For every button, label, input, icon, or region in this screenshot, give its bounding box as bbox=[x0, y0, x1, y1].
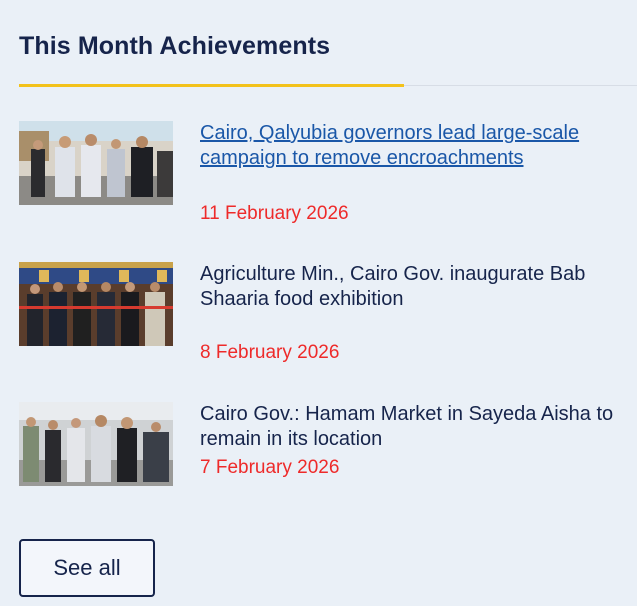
achievements-panel: This Month Achievements Cairo, Qalyubia … bbox=[0, 0, 637, 606]
section-title: This Month Achievements bbox=[19, 32, 331, 60]
news-thumbnail-3[interactable] bbox=[19, 402, 173, 486]
news-date-1: 11 February 2026 bbox=[200, 203, 349, 224]
news-headline-link-1[interactable]: Cairo, Qalyubia governors lead large-sca… bbox=[200, 121, 615, 171]
news-headline-link-3[interactable]: Cairo Gov.: Hamam Market in Sayeda Aisha… bbox=[200, 402, 615, 452]
news-date-3: 7 February 2026 bbox=[200, 457, 340, 478]
see-all-button[interactable]: See all bbox=[19, 539, 155, 597]
title-accent-underline bbox=[19, 84, 404, 87]
news-thumbnail-2[interactable] bbox=[19, 262, 173, 346]
news-date-2: 8 February 2026 bbox=[200, 342, 340, 363]
news-thumbnail-1[interactable] bbox=[19, 121, 173, 205]
news-headline-link-2[interactable]: Agriculture Min., Cairo Gov. inaugurate … bbox=[200, 262, 615, 312]
